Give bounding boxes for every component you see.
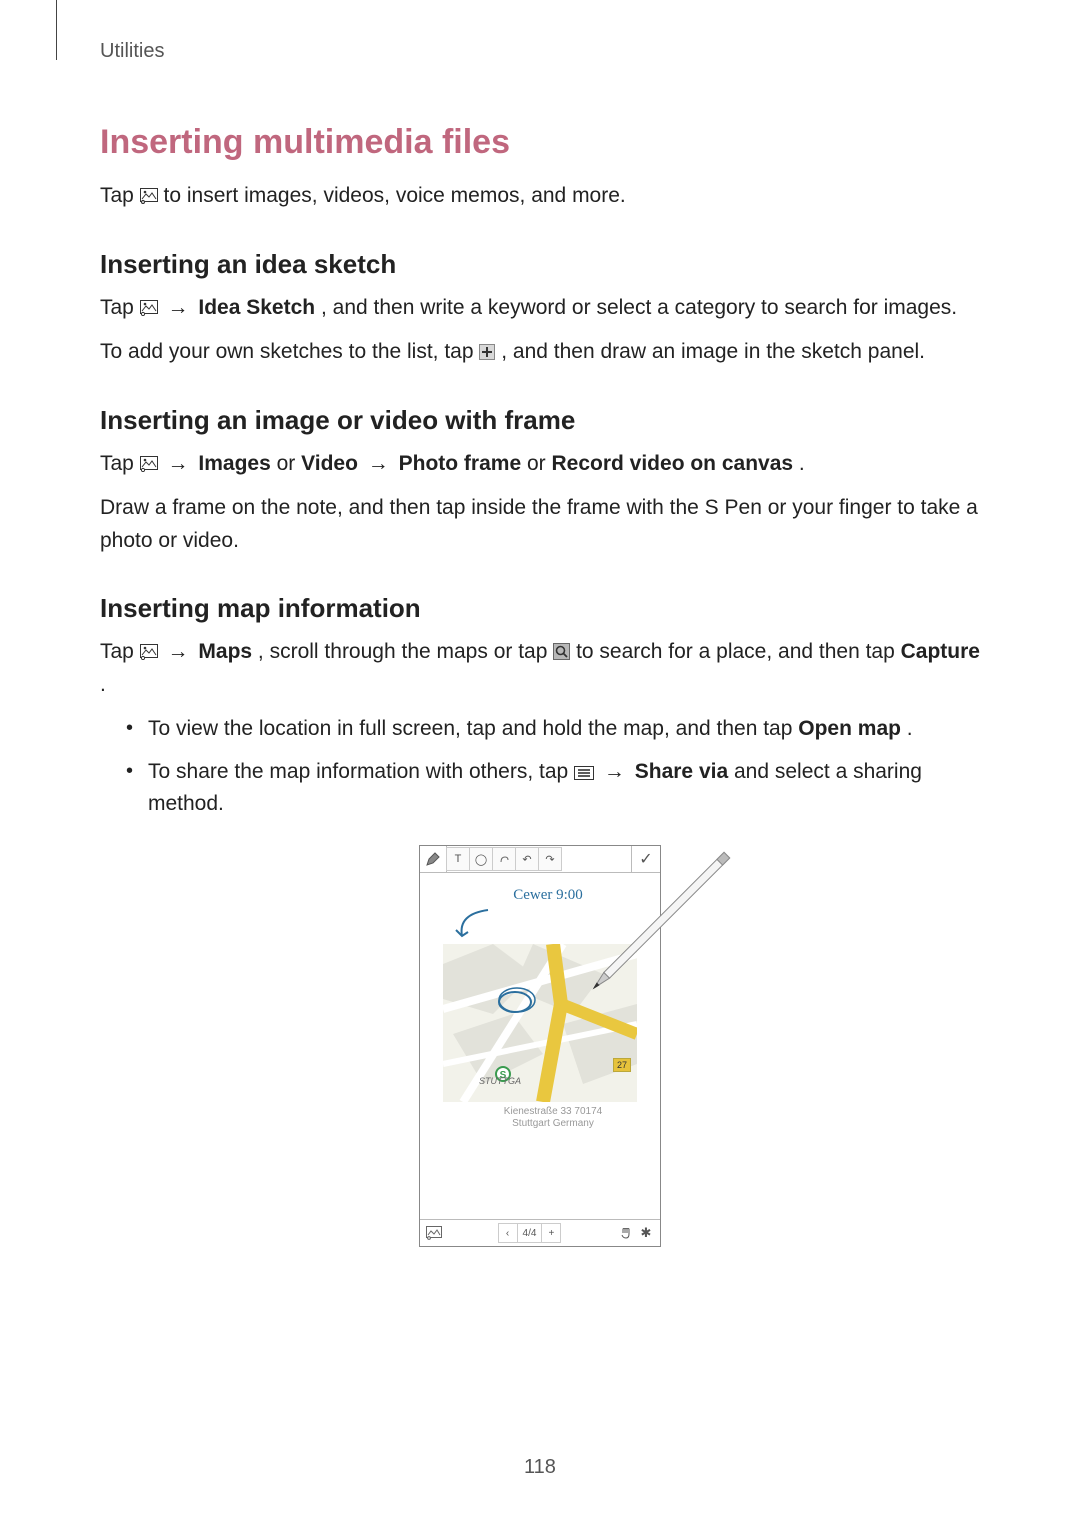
insert-multimedia-icon bbox=[140, 644, 158, 660]
map-thumbnail[interactable]: S STUTTGA 27 bbox=[443, 944, 637, 1102]
pager-prev-button[interactable]: ‹ bbox=[498, 1223, 518, 1243]
text: , scroll through the maps or tap bbox=[258, 640, 553, 663]
menu-icon bbox=[574, 766, 594, 780]
arrow-icon: → bbox=[164, 640, 199, 663]
search-icon bbox=[553, 643, 570, 660]
device-bottombar: ‹ 4/4 + ✱ bbox=[420, 1219, 660, 1246]
frame-p2: Draw a frame on the note, and then tap i… bbox=[100, 492, 980, 557]
subsection-map: Inserting map information bbox=[100, 593, 980, 624]
text: . bbox=[799, 452, 805, 475]
video-label: Video bbox=[301, 452, 358, 475]
text: Tap bbox=[100, 452, 140, 475]
idea-sketch-p2: To add your own sketches to the list, ta… bbox=[100, 336, 980, 369]
handwriting-arrow-icon bbox=[448, 906, 508, 942]
subsection-frame: Inserting an image or video with frame bbox=[100, 405, 980, 436]
map-caption-line2: Stuttgart Germany bbox=[452, 1118, 654, 1130]
toolbar-undo-button[interactable]: ↶ bbox=[515, 847, 539, 871]
text: To share the map information with others… bbox=[148, 760, 574, 783]
map-bullet-share-via: To share the map information with others… bbox=[148, 756, 980, 821]
handwriting-text: Cewer 9:00 bbox=[426, 879, 654, 906]
subsection-idea-sketch: Inserting an idea sketch bbox=[100, 249, 980, 280]
pager-add-button[interactable]: + bbox=[541, 1223, 561, 1243]
device-canvas: Cewer 9:00 bbox=[420, 873, 660, 1219]
insert-multimedia-icon bbox=[140, 188, 158, 204]
text: Tap bbox=[100, 640, 140, 663]
map-route-badge: 27 bbox=[613, 1058, 631, 1072]
frame-p1: Tap → Images or Video → Photo frame or R… bbox=[100, 448, 980, 481]
device-mockup: T ◯ ↶ ↷ ✓ Cewer 9:00 bbox=[419, 845, 661, 1247]
text: To view the location in full screen, tap… bbox=[148, 717, 798, 740]
map-label: STUTTGA bbox=[479, 1076, 521, 1086]
plus-icon bbox=[479, 344, 495, 360]
text: Tap bbox=[100, 296, 140, 319]
share-via-label: Share via bbox=[635, 760, 728, 783]
intro-paragraph: Tap to insert images, videos, voice memo… bbox=[100, 180, 980, 213]
map-p1: Tap → Maps , scroll through the maps or … bbox=[100, 636, 980, 701]
pen-tool-icon[interactable] bbox=[420, 846, 447, 872]
arrow-icon: → bbox=[600, 760, 635, 783]
text: , and then write a keyword or select a c… bbox=[321, 296, 957, 319]
map-caption-line1: Kienestraße 33 70174 bbox=[452, 1106, 654, 1118]
maps-label: Maps bbox=[198, 640, 252, 663]
bottombar-pager: ‹ 4/4 + bbox=[499, 1223, 562, 1243]
images-label: Images bbox=[198, 452, 270, 475]
toolbar-text-button[interactable]: T bbox=[446, 847, 470, 871]
map-bullet-open-map: To view the location in full screen, tap… bbox=[148, 713, 980, 746]
page-header-section: Utilities bbox=[100, 40, 980, 63]
bottombar-hand-icon[interactable] bbox=[616, 1223, 636, 1243]
arrow-icon: → bbox=[364, 452, 399, 475]
page-number: 118 bbox=[0, 1456, 1080, 1479]
toolbar-redo-button[interactable]: ↷ bbox=[538, 847, 562, 871]
text: To add your own sketches to the list, ta… bbox=[100, 340, 479, 363]
map-bullets: To view the location in full screen, tap… bbox=[100, 713, 980, 821]
text: . bbox=[100, 673, 106, 696]
arrow-icon: → bbox=[164, 452, 199, 475]
text: Tap bbox=[100, 184, 140, 207]
text: or bbox=[277, 452, 302, 475]
section-heading: Inserting multimedia files bbox=[100, 123, 980, 162]
photo-frame-label: Photo frame bbox=[399, 452, 522, 475]
pager-number: 4/4 bbox=[517, 1223, 543, 1243]
open-map-label: Open map bbox=[798, 717, 901, 740]
toolbar-eraser-button[interactable]: ◯ bbox=[469, 847, 493, 871]
capture-label: Capture bbox=[901, 640, 980, 663]
page-margin-line bbox=[56, 0, 57, 60]
text: to search for a place, and then tap bbox=[576, 640, 901, 663]
arrow-icon: → bbox=[164, 296, 199, 319]
map-caption: Kienestraße 33 70174 Stuttgart Germany bbox=[426, 1102, 654, 1130]
insert-multimedia-icon bbox=[140, 456, 158, 472]
bottombar-insert-icon[interactable] bbox=[424, 1223, 444, 1243]
record-video-label: Record video on canvas bbox=[551, 452, 793, 475]
idea-sketch-p1: Tap → Idea Sketch , and then write a key… bbox=[100, 292, 980, 325]
bottombar-settings-icon[interactable]: ✱ bbox=[636, 1223, 656, 1243]
idea-sketch-label: Idea Sketch bbox=[198, 296, 315, 319]
text: to insert images, videos, voice memos, a… bbox=[164, 184, 626, 207]
text: . bbox=[907, 717, 913, 740]
device-toolbar: T ◯ ↶ ↷ ✓ bbox=[420, 846, 660, 873]
toolbar-group: T ◯ ↶ ↷ bbox=[447, 846, 562, 872]
toolbar-shape-button[interactable] bbox=[492, 847, 516, 871]
figure: T ◯ ↶ ↷ ✓ Cewer 9:00 bbox=[100, 845, 980, 1247]
text: or bbox=[527, 452, 552, 475]
insert-multimedia-icon bbox=[140, 300, 158, 316]
toolbar-confirm-icon[interactable]: ✓ bbox=[631, 846, 660, 872]
text: , and then draw an image in the sketch p… bbox=[501, 340, 925, 363]
